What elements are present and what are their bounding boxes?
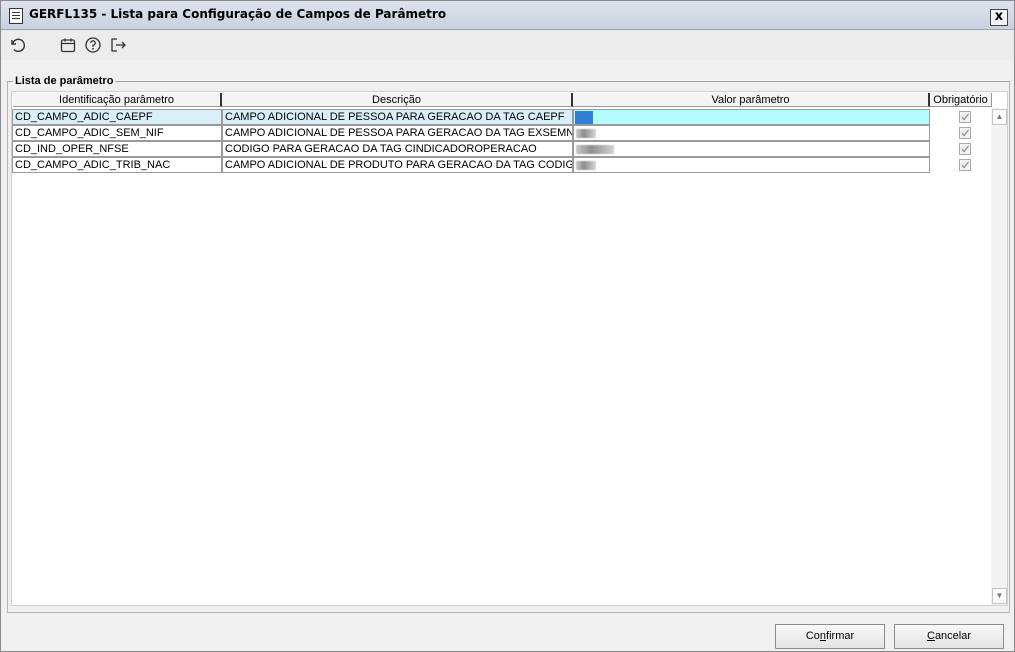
- undo-icon[interactable]: [8, 36, 26, 54]
- cell-value[interactable]: [573, 141, 930, 157]
- help-icon[interactable]: [84, 36, 102, 54]
- scroll-down-icon[interactable]: ▼: [992, 588, 1007, 604]
- cell-value[interactable]: [573, 109, 930, 125]
- cancel-button[interactable]: Cancelar: [894, 624, 1004, 649]
- table-row[interactable]: CD_CAMPO_ADIC_TRIB_NAC CAMPO ADICIONAL D…: [12, 157, 930, 173]
- cell-value[interactable]: [573, 157, 930, 173]
- required-checkbox[interactable]: [959, 111, 971, 123]
- redacted-value: [576, 144, 614, 154]
- cell-description[interactable]: CODIGO PARA GERACAO DA TAG CINDICADOROPE…: [222, 141, 573, 157]
- group-title: Lista de parâmetro: [13, 75, 116, 87]
- cell-description[interactable]: CAMPO ADICIONAL DE PESSOA PARA GERACAO D…: [222, 125, 573, 141]
- required-checkbox[interactable]: [959, 159, 971, 171]
- cancel-label-suffix: ancelar: [934, 630, 972, 642]
- toolbar: [1, 30, 1014, 60]
- redacted-value: [576, 160, 596, 170]
- vertical-scrollbar[interactable]: ▲ ▼: [991, 108, 1007, 605]
- required-checkbox[interactable]: [959, 143, 971, 155]
- confirm-button[interactable]: Confirmar: [775, 624, 885, 649]
- column-header-required[interactable]: Obrigatório: [930, 93, 992, 107]
- cell-description[interactable]: CAMPO ADICIONAL DE PESSOA PARA GERACAO D…: [222, 109, 573, 125]
- required-checkbox[interactable]: [959, 127, 971, 139]
- cancel-accelerator: C: [926, 630, 935, 642]
- cell-id[interactable]: CD_CAMPO_ADIC_CAEPF: [12, 109, 222, 125]
- scroll-up-icon[interactable]: ▲: [992, 109, 1007, 125]
- confirm-label-suffix: firmar: [826, 630, 855, 642]
- column-header-description[interactable]: Descrição: [222, 93, 573, 107]
- table-row[interactable]: CD_CAMPO_ADIC_SEM_NIF CAMPO ADICIONAL DE…: [12, 125, 930, 141]
- column-header-value[interactable]: Valor parâmetro: [573, 93, 930, 107]
- column-header-id[interactable]: Identificação parâmetro: [13, 93, 222, 107]
- value-editor-cursor: [575, 110, 593, 124]
- confirm-label-prefix: Co: [805, 630, 820, 642]
- exit-icon[interactable]: [109, 36, 127, 54]
- title-bar: GERFL135 - Lista para Configuração de Ca…: [1, 1, 1014, 30]
- parameter-grid: Identificação parâmetro Descrição Valor …: [11, 91, 1008, 606]
- close-button[interactable]: x: [990, 9, 1008, 26]
- calendar-icon[interactable]: [59, 36, 77, 54]
- cell-id[interactable]: CD_CAMPO_ADIC_SEM_NIF: [12, 125, 222, 141]
- main-window: GERFL135 - Lista para Configuração de Ca…: [0, 0, 1015, 652]
- redacted-value: [576, 128, 596, 138]
- table-row[interactable]: CD_CAMPO_ADIC_CAEPF CAMPO ADICIONAL DE P…: [12, 109, 930, 125]
- table-row[interactable]: CD_IND_OPER_NFSE CODIGO PARA GERACAO DA …: [12, 141, 930, 157]
- cell-value[interactable]: [573, 125, 930, 141]
- cell-id[interactable]: CD_CAMPO_ADIC_TRIB_NAC: [12, 157, 222, 173]
- window-title: GERFL135 - Lista para Configuração de Ca…: [29, 7, 447, 21]
- cell-description[interactable]: CAMPO ADICIONAL DE PRODUTO PARA GERACAO …: [222, 157, 573, 173]
- document-icon: [9, 8, 23, 24]
- cell-id[interactable]: CD_IND_OPER_NFSE: [12, 141, 222, 157]
